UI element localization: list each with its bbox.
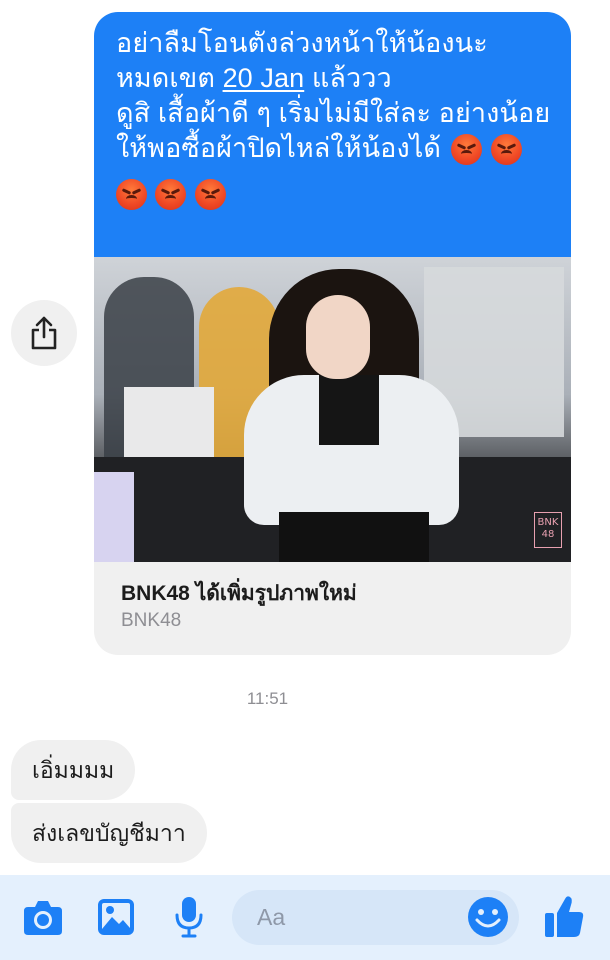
thumbs-up-icon — [545, 896, 584, 937]
messenger-chat: อย่าลืมโอนตังล่วงหน้าให้น้องนะ หมดเขต 20… — [0, 0, 610, 960]
date-link[interactable]: 20 Jan — [223, 63, 305, 93]
message-line: ให้พอซื้อผ้าปิดไหล่ให้น้องได้ — [116, 133, 553, 173]
photo-panel — [94, 472, 134, 562]
outgoing-message-card[interactable]: อย่าลืมโอนตังล่วงหน้าให้น้องนะ หมดเขต 20… — [94, 12, 571, 655]
emoji-icon — [468, 897, 508, 937]
camera-icon — [24, 901, 62, 935]
share-icon — [31, 316, 57, 350]
emoji-row — [116, 179, 553, 215]
share-button[interactable] — [11, 300, 77, 366]
incoming-message-bubble[interactable]: เอิ่มมมม — [11, 740, 136, 800]
incoming-message-bubble[interactable]: ส่งเลขบัญชีมาา — [11, 803, 207, 863]
photo-subject-top — [319, 375, 379, 445]
message-text: หมดเขต — [116, 63, 215, 93]
message-input-placeholder: Aa — [257, 904, 286, 930]
outgoing-message-text: อย่าลืมโอนตังล่วงหน้าให้น้องนะ หมดเขต 20… — [94, 12, 571, 257]
angry-face-icon — [194, 179, 226, 210]
thumbs-up-button[interactable] — [543, 893, 585, 944]
bnk48-logo: BNK 48 — [534, 512, 562, 548]
link-preview-source: BNK48 — [121, 610, 182, 631]
message-text: ให้พอซื้อผ้าปิดไหล่ให้น้องได้ — [116, 133, 442, 163]
message-input[interactable]: Aa — [232, 890, 519, 945]
gallery-button[interactable] — [96, 897, 136, 942]
camera-button[interactable] — [22, 897, 64, 942]
photo-subject-face — [306, 295, 370, 379]
microphone-button[interactable] — [174, 895, 204, 944]
gallery-icon — [98, 899, 134, 935]
angry-face-icon — [155, 179, 187, 210]
message-text: แล้ววว — [311, 63, 392, 93]
microphone-icon — [175, 897, 203, 938]
angry-face-icon — [450, 134, 482, 166]
angry-face-icon — [491, 134, 523, 166]
angry-face-icon — [116, 179, 147, 210]
emoji-button[interactable] — [467, 896, 509, 943]
message-timestamp: 11:51 — [246, 689, 289, 708]
message-line: อย่าลืมโอนตังล่วงหน้าให้น้องนะ — [116, 28, 488, 58]
link-preview-photo[interactable]: BNK 48 — [94, 257, 571, 562]
message-line: ดูสิ เสื้อผ้าดี ๆ เริ่มไม่มีใส่ละ อย่างน… — [116, 98, 551, 128]
photo-background-box — [124, 387, 214, 457]
photo-subject-skirt — [279, 512, 429, 562]
link-preview-title[interactable]: BNK48 ได้เพิ่มรูปภาพใหม่ — [121, 577, 357, 610]
composer-bar: Aa — [0, 875, 610, 960]
message-line: หมดเขต 20 Jan แล้ววว — [116, 63, 553, 95]
